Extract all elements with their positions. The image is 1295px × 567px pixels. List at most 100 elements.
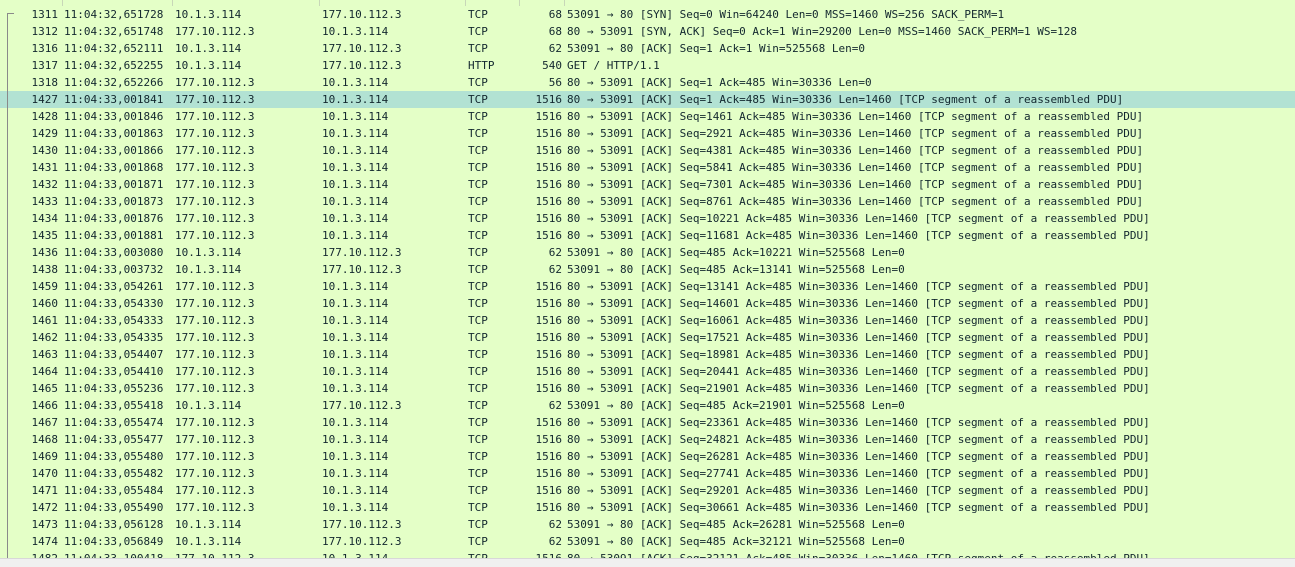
packet-no-cell: 1435 — [31, 229, 59, 242]
packet-info-cell: 53091 → 80 [ACK] Seq=485 Ack=26281 Win=5… — [567, 518, 905, 531]
packet-proto-cell: TCP — [468, 161, 488, 174]
packet-row[interactable]: 1318 11:04:32,652266 177.10.112.3 10.1.3.11… — [0, 74, 1295, 91]
packet-row[interactable]: 1435 11:04:33,001881 177.10.112.3 10.1.3.11… — [0, 227, 1295, 244]
packet-dst-cell: 10.1.3.114 — [322, 280, 389, 293]
packet-no-cell: 1471 — [31, 484, 59, 497]
packet-info-cell: 80 → 53091 [ACK] Seq=20441 Ack=485 Win=3… — [567, 365, 1150, 378]
packet-dst-cell: 10.1.3.114 — [322, 501, 389, 514]
packet-row[interactable]: 1472 11:04:33,055490 177.10.112.3 10.1.3.11… — [0, 499, 1295, 516]
packet-dst-cell: 10.1.3.114 — [322, 467, 389, 480]
packet-no-cell: 1460 — [31, 297, 59, 310]
packet-src-cell: 177.10.112.3 — [175, 450, 255, 463]
packet-len-cell: 1516 — [535, 348, 563, 361]
horizontal-scrollbar[interactable] — [0, 558, 1295, 567]
packet-row[interactable]: 1312 11:04:32,651748 177.10.112.3 10.1.3.11… — [0, 23, 1295, 40]
packet-time-cell: 11:04:33,054335 — [64, 331, 164, 344]
packet-src-cell: 10.1.3.114 — [175, 59, 242, 72]
packet-row[interactable]: 1462 11:04:33,054335 177.10.112.3 10.1.3.11… — [0, 329, 1295, 346]
packet-no-cell: 1468 — [31, 433, 59, 446]
packet-row[interactable]: 1430 11:04:33,001866 177.10.112.3 10.1.3.11… — [0, 142, 1295, 159]
packet-row[interactable]: 1461 11:04:33,054333 177.10.112.3 10.1.3.11… — [0, 312, 1295, 329]
packet-row[interactable]: 1465 11:04:33,055236 177.10.112.3 10.1.3.11… — [0, 380, 1295, 397]
packet-row[interactable]: 1459 11:04:33,054261 177.10.112.3 10.1.3.11… — [0, 278, 1295, 295]
packet-row[interactable]: 1464 11:04:33,054410 177.10.112.3 10.1.3.11… — [0, 363, 1295, 380]
packet-len-cell: 1516 — [535, 501, 563, 514]
packet-info-cell: 53091 → 80 [ACK] Seq=485 Ack=21901 Win=5… — [567, 399, 905, 412]
packet-info-cell: 80 → 53091 [ACK] Seq=18981 Ack=485 Win=3… — [567, 348, 1150, 361]
packet-proto-cell: TCP — [468, 518, 488, 531]
packet-no-cell: 1462 — [31, 331, 59, 344]
packet-row[interactable]: 1474 11:04:33,056849 10.1.3.114 177.10.112.… — [0, 533, 1295, 550]
packet-info-cell: 53091 → 80 [ACK] Seq=485 Ack=32121 Win=5… — [567, 535, 905, 548]
packet-proto-cell: TCP — [468, 144, 488, 157]
packet-row[interactable]: 1466 11:04:33,055418 10.1.3.114 177.10.112.… — [0, 397, 1295, 414]
packet-src-cell: 177.10.112.3 — [175, 501, 255, 514]
packet-proto-cell: TCP — [468, 280, 488, 293]
packet-len-cell: 1516 — [535, 127, 563, 140]
packet-time-cell: 11:04:33,003080 — [64, 246, 164, 259]
packet-row[interactable]: 1429 11:04:33,001863 177.10.112.3 10.1.3.11… — [0, 125, 1295, 142]
packet-len-cell: 1516 — [535, 178, 563, 191]
packet-dst-cell: 10.1.3.114 — [322, 195, 389, 208]
packet-info-cell: 53091 → 80 [ACK] Seq=485 Ack=10221 Win=5… — [567, 246, 905, 259]
packet-src-cell: 177.10.112.3 — [175, 314, 255, 327]
packet-time-cell: 11:04:33,001868 — [64, 161, 164, 174]
packet-info-cell: 80 → 53091 [ACK] Seq=1461 Ack=485 Win=30… — [567, 110, 1144, 123]
packet-proto-cell: TCP — [468, 229, 488, 242]
packet-row[interactable]: 1431 11:04:33,001868 177.10.112.3 10.1.3.11… — [0, 159, 1295, 176]
packet-len-cell: 62 — [548, 246, 562, 259]
packet-proto-cell: TCP — [468, 93, 488, 106]
packet-time-cell: 11:04:33,055236 — [64, 382, 164, 395]
packet-row[interactable]: 1463 11:04:33,054407 177.10.112.3 10.1.3.11… — [0, 346, 1295, 363]
packet-src-cell: 10.1.3.114 — [175, 535, 242, 548]
packet-row-selected[interactable]: 1427 11:04:33,001841 177.10.112.3 10.1.3.11… — [0, 91, 1295, 108]
packet-no-cell: 1428 — [31, 110, 59, 123]
packet-src-cell: 10.1.3.114 — [175, 246, 242, 259]
packet-len-cell: 62 — [548, 42, 562, 55]
packet-time-cell: 11:04:33,055474 — [64, 416, 164, 429]
packet-time-cell: 11:04:33,054330 — [64, 297, 164, 310]
packet-info-cell: 80 → 53091 [ACK] Seq=11681 Ack=485 Win=3… — [567, 229, 1150, 242]
packet-proto-cell: TCP — [468, 297, 488, 310]
packet-row[interactable]: 1438 11:04:33,003732 10.1.3.114 177.10.112.… — [0, 261, 1295, 278]
packet-info-cell: 80 → 53091 [ACK] Seq=24821 Ack=485 Win=3… — [567, 433, 1150, 446]
packet-proto-cell: TCP — [468, 76, 488, 89]
packet-row[interactable]: 1469 11:04:33,055480 177.10.112.3 10.1.3.11… — [0, 448, 1295, 465]
packet-src-cell: 177.10.112.3 — [175, 331, 255, 344]
packet-row[interactable]: 1428 11:04:33,001846 177.10.112.3 10.1.3.11… — [0, 108, 1295, 125]
packet-row[interactable]: 1473 11:04:33,056128 10.1.3.114 177.10.112.… — [0, 516, 1295, 533]
packet-dst-cell: 10.1.3.114 — [322, 382, 389, 395]
packet-row[interactable]: 1471 11:04:33,055484 177.10.112.3 10.1.3.11… — [0, 482, 1295, 499]
packet-src-cell: 177.10.112.3 — [175, 144, 255, 157]
packet-row[interactable]: 1434 11:04:33,001876 177.10.112.3 10.1.3.11… — [0, 210, 1295, 227]
packet-row[interactable]: 1460 11:04:33,054330 177.10.112.3 10.1.3.11… — [0, 295, 1295, 312]
packet-list[interactable]: 1311 11:04:32,651728 10.1.3.114 177.10.112.… — [0, 0, 1295, 567]
packet-len-cell: 1516 — [535, 195, 563, 208]
packet-proto-cell: TCP — [468, 195, 488, 208]
packet-dst-cell: 10.1.3.114 — [322, 212, 389, 225]
packet-info-cell: 80 → 53091 [ACK] Seq=17521 Ack=485 Win=3… — [567, 331, 1150, 344]
packet-src-cell: 177.10.112.3 — [175, 382, 255, 395]
packet-len-cell: 1516 — [535, 229, 563, 242]
packet-src-cell: 177.10.112.3 — [175, 365, 255, 378]
packet-proto-cell: TCP — [468, 433, 488, 446]
packet-row[interactable]: 1432 11:04:33,001871 177.10.112.3 10.1.3.11… — [0, 176, 1295, 193]
packet-row[interactable]: 1467 11:04:33,055474 177.10.112.3 10.1.3.11… — [0, 414, 1295, 431]
packet-proto-cell: TCP — [468, 399, 488, 412]
packet-no-cell: 1316 — [31, 42, 59, 55]
packet-row[interactable]: 1317 11:04:32,652255 10.1.3.114 177.10.112.… — [0, 57, 1295, 74]
packet-row[interactable]: 1468 11:04:33,055477 177.10.112.3 10.1.3.11… — [0, 431, 1295, 448]
packet-src-cell: 177.10.112.3 — [175, 212, 255, 225]
packet-src-cell: 10.1.3.114 — [175, 42, 242, 55]
packet-row[interactable]: 1436 11:04:33,003080 10.1.3.114 177.10.112.… — [0, 244, 1295, 261]
packet-row[interactable]: 1316 11:04:32,652111 10.1.3.114 177.10.112.… — [0, 40, 1295, 57]
packet-row[interactable]: 1470 11:04:33,055482 177.10.112.3 10.1.3.11… — [0, 465, 1295, 482]
packet-time-cell: 11:04:33,054407 — [64, 348, 164, 361]
packet-no-cell: 1461 — [31, 314, 59, 327]
packet-src-cell: 10.1.3.114 — [175, 8, 242, 21]
packet-info-cell: 80 → 53091 [ACK] Seq=13141 Ack=485 Win=3… — [567, 280, 1150, 293]
packet-len-cell: 1516 — [535, 416, 563, 429]
packet-row[interactable]: 1311 11:04:32,651728 10.1.3.114 177.10.112.… — [0, 6, 1295, 23]
packet-row[interactable]: 1433 11:04:33,001873 177.10.112.3 10.1.3.11… — [0, 193, 1295, 210]
packet-time-cell: 11:04:33,054410 — [64, 365, 164, 378]
